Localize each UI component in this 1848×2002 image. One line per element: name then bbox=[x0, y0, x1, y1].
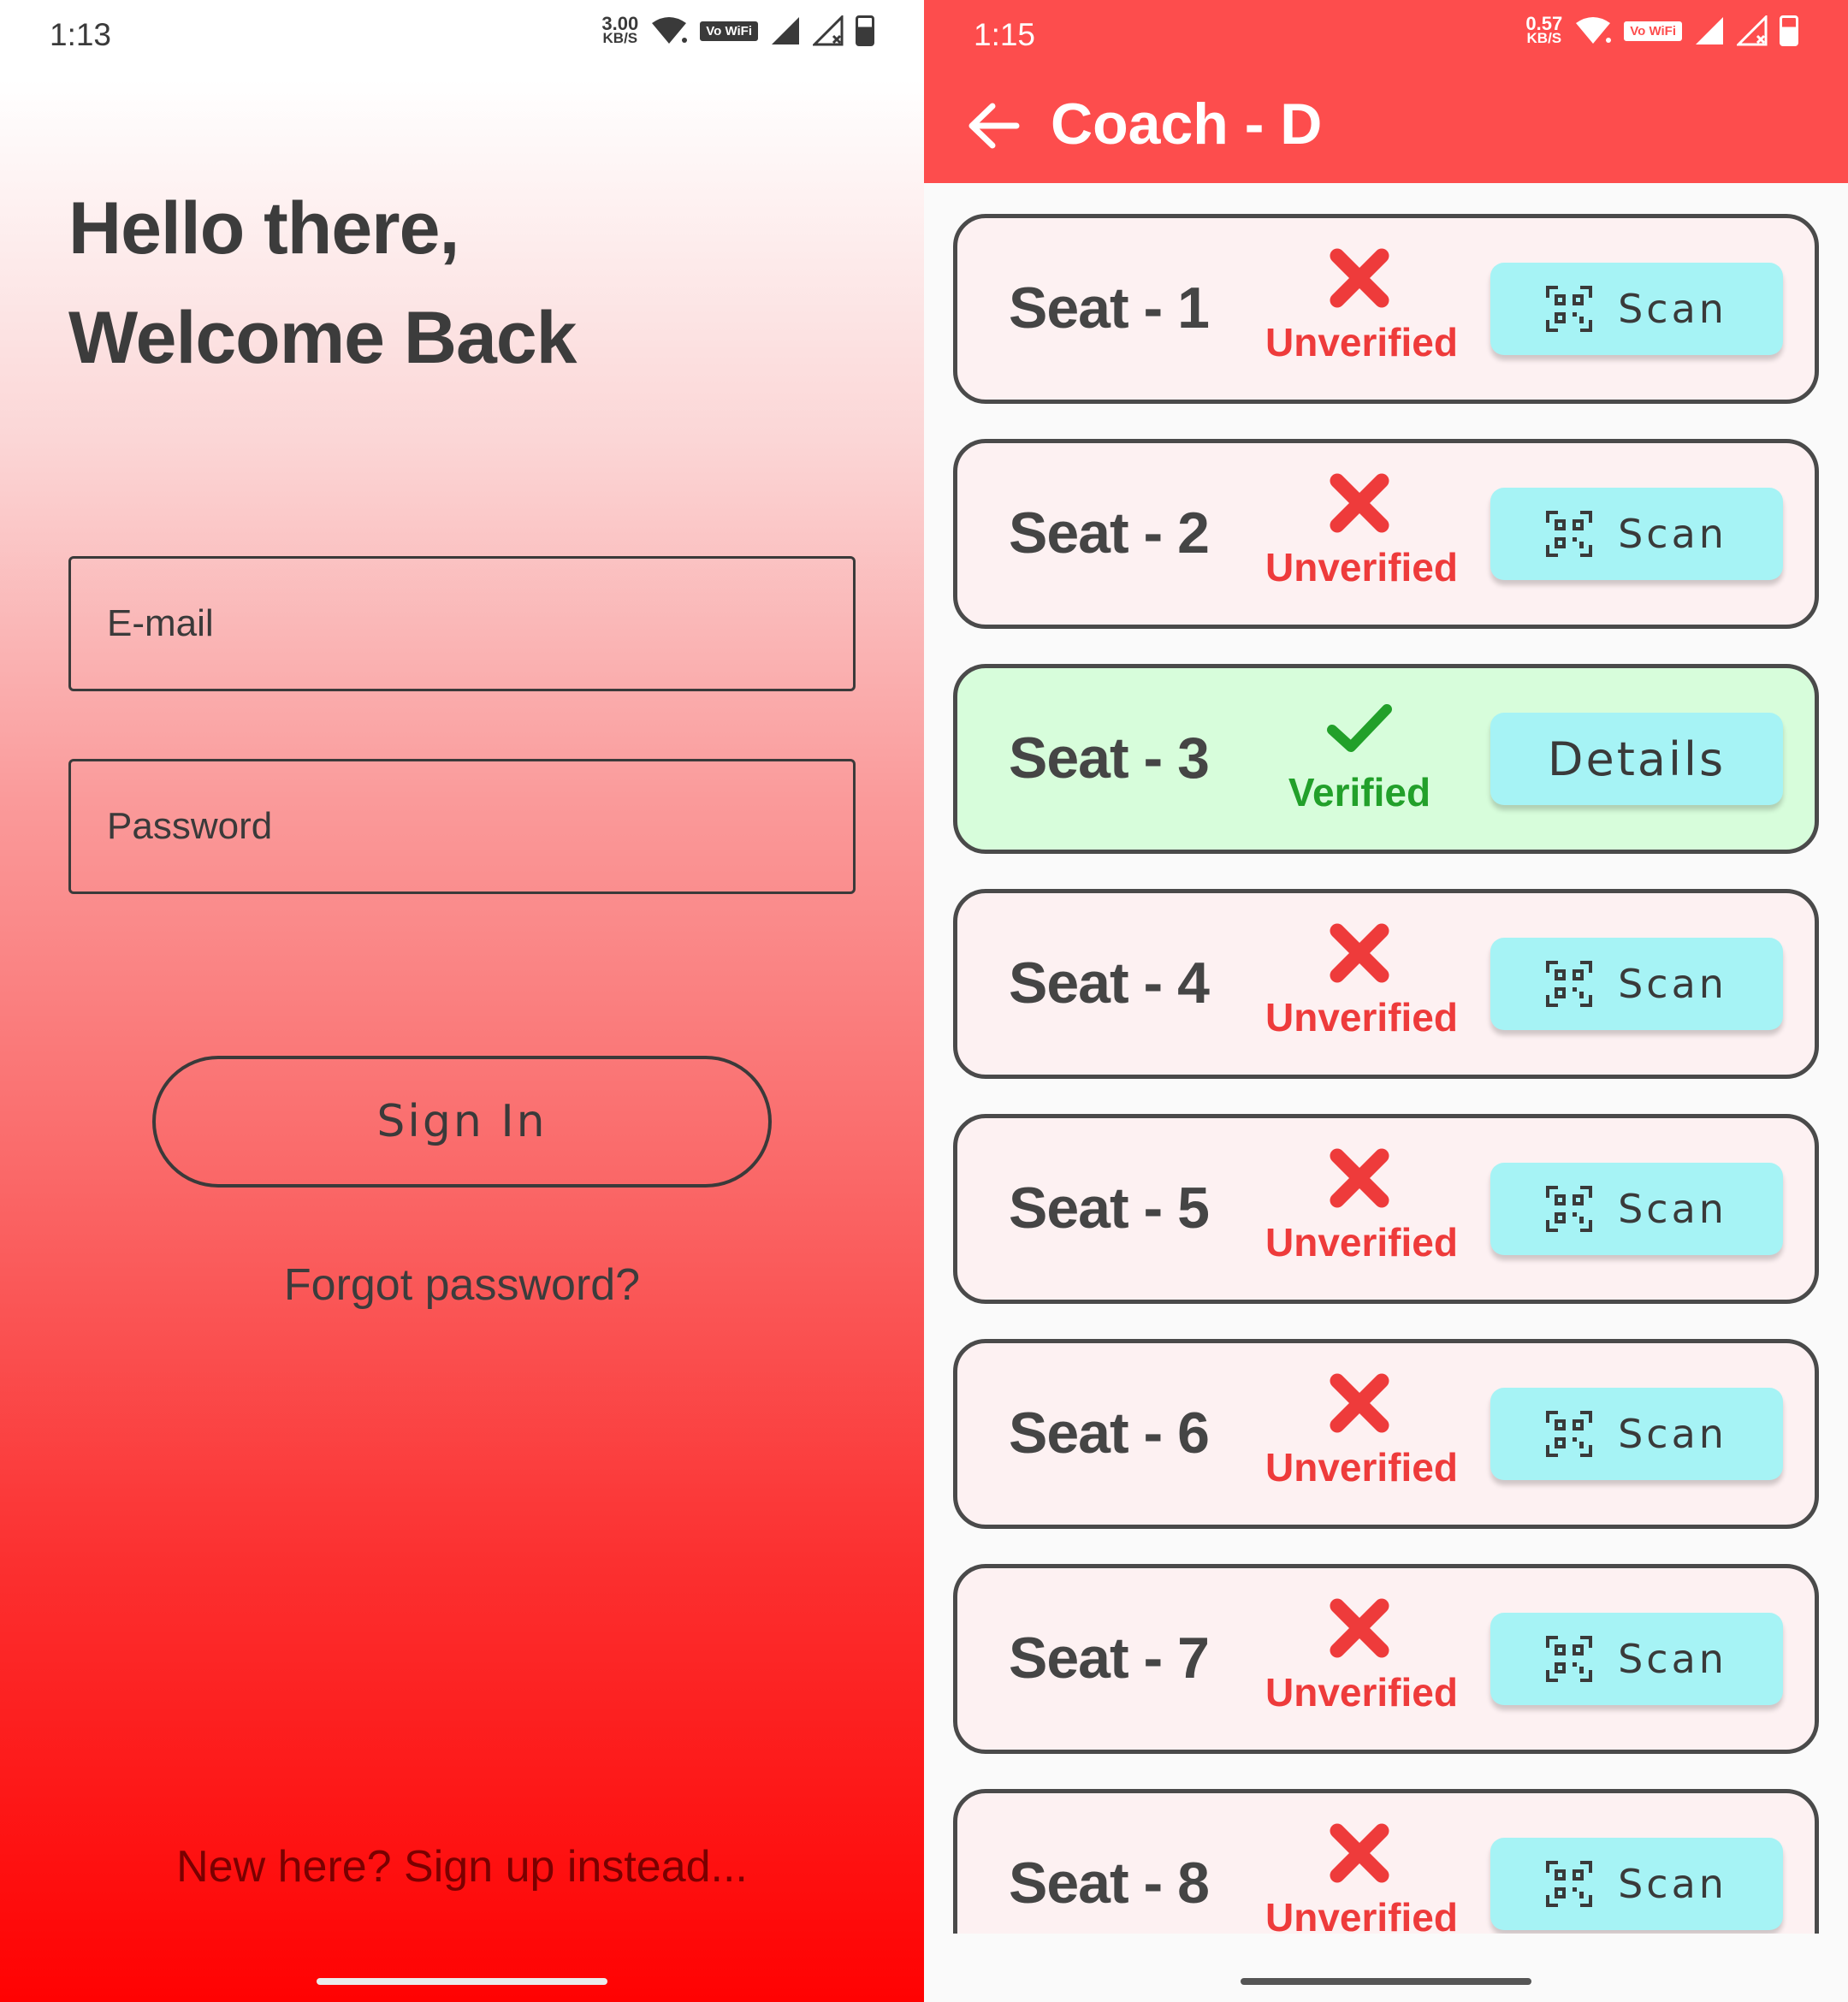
scan-label: Scan bbox=[1618, 286, 1727, 332]
seat-label: Seat - 6 bbox=[1009, 1401, 1210, 1466]
signal-empty-icon bbox=[1737, 15, 1768, 46]
vowifi-icon: Vo WiFi bbox=[1624, 21, 1682, 41]
signal-icon bbox=[772, 17, 799, 44]
sign-up-link[interactable]: New here? Sign up instead... bbox=[0, 1841, 924, 1892]
seat-label: Seat - 7 bbox=[1009, 1626, 1210, 1691]
cross-icon bbox=[1330, 1823, 1389, 1883]
verification-status: Unverified bbox=[1265, 995, 1458, 1040]
password-field[interactable] bbox=[68, 759, 856, 894]
gesture-bar[interactable] bbox=[317, 1978, 607, 1985]
qr-code-icon bbox=[1546, 286, 1593, 332]
cross-icon bbox=[1330, 1373, 1389, 1433]
status-time: 1:15 bbox=[974, 17, 1036, 52]
login-screen: 1:13 3.00 KB/S Vo WiFi Hello there, Welc… bbox=[0, 0, 924, 2002]
scan-button[interactable]: Scan bbox=[1490, 488, 1783, 580]
scan-label: Scan bbox=[1618, 1186, 1727, 1232]
seat-label: Seat - 4 bbox=[1009, 951, 1210, 1016]
qr-code-icon bbox=[1546, 511, 1593, 557]
signal-icon bbox=[1696, 17, 1723, 44]
scan-button[interactable]: Scan bbox=[1490, 1838, 1783, 1930]
scan-button[interactable]: Scan bbox=[1490, 1163, 1783, 1255]
seat-card: Seat - 6 Unverified Scan bbox=[953, 1339, 1819, 1529]
page-title: Coach - D bbox=[1051, 92, 1323, 157]
nav-area bbox=[924, 1935, 1848, 2002]
check-icon bbox=[1327, 704, 1392, 752]
qr-code-icon bbox=[1546, 1186, 1593, 1232]
seat-card: Seat - 3 Verified Details bbox=[953, 664, 1819, 854]
status-time: 1:13 bbox=[50, 17, 112, 52]
verification-status: Verified bbox=[1288, 770, 1431, 814]
verification-status: Unverified bbox=[1265, 545, 1458, 589]
qr-code-icon bbox=[1546, 1636, 1593, 1682]
coach-screen: 1:15 0.57 KB/S Vo WiFi Coach - D Seat - … bbox=[924, 0, 1848, 2002]
cross-icon bbox=[1330, 248, 1389, 308]
vowifi-icon: Vo WiFi bbox=[700, 21, 758, 41]
verification-status: Unverified bbox=[1265, 1670, 1458, 1715]
seat-card: Seat - 8 Unverified Scan bbox=[953, 1789, 1819, 1934]
network-speed: 3.00 KB/S bbox=[601, 13, 639, 46]
scan-button[interactable]: Scan bbox=[1490, 938, 1783, 1030]
scan-label: Scan bbox=[1618, 1861, 1727, 1907]
scan-label: Scan bbox=[1618, 1636, 1727, 1682]
details-label: Details bbox=[1547, 732, 1727, 786]
scan-button[interactable]: Scan bbox=[1490, 263, 1783, 355]
qr-code-icon bbox=[1546, 1411, 1593, 1457]
qr-code-icon bbox=[1546, 1861, 1593, 1907]
network-speed: 0.57 KB/S bbox=[1525, 13, 1563, 46]
scan-label: Scan bbox=[1618, 961, 1727, 1007]
sign-in-button[interactable]: Sign In bbox=[152, 1056, 772, 1188]
seat-card: Seat - 4 Unverified Scan bbox=[953, 889, 1819, 1079]
cross-icon bbox=[1330, 473, 1389, 533]
status-bar: 1:13 3.00 KB/S Vo WiFi bbox=[0, 0, 924, 68]
scan-label: Scan bbox=[1618, 1411, 1727, 1457]
email-input[interactable] bbox=[107, 602, 853, 645]
seat-label: Seat - 8 bbox=[1009, 1851, 1210, 1916]
forgot-password-link[interactable]: Forgot password? bbox=[0, 1259, 924, 1311]
seat-label: Seat - 1 bbox=[1009, 275, 1210, 341]
status-icons: 0.57 KB/S Vo WiFi bbox=[1525, 15, 1798, 46]
wifi-icon bbox=[1576, 17, 1612, 44]
qr-code-icon bbox=[1546, 961, 1593, 1007]
password-input[interactable] bbox=[107, 805, 853, 848]
cross-icon bbox=[1330, 923, 1389, 983]
seat-card: Seat - 1 Unverified Scan bbox=[953, 214, 1819, 404]
email-field[interactable] bbox=[68, 556, 856, 691]
gesture-bar[interactable] bbox=[1241, 1978, 1531, 1985]
seat-list[interactable]: Seat - 1 Unverified Scan Seat - 2 Unverified… bbox=[953, 214, 1819, 1934]
battery-icon bbox=[856, 15, 874, 46]
scan-button[interactable]: Scan bbox=[1490, 1613, 1783, 1705]
seat-label: Seat - 5 bbox=[1009, 1176, 1210, 1241]
signal-empty-icon bbox=[813, 15, 844, 46]
cross-icon bbox=[1330, 1598, 1389, 1658]
status-bar: 1:15 0.57 KB/S Vo WiFi bbox=[924, 0, 1848, 68]
cross-icon bbox=[1330, 1148, 1389, 1208]
battery-icon bbox=[1780, 15, 1798, 46]
greeting-line-2: Welcome Back bbox=[68, 297, 577, 379]
verification-status: Unverified bbox=[1265, 1895, 1458, 1934]
seat-label: Seat - 2 bbox=[1009, 500, 1210, 566]
status-icons: 3.00 KB/S Vo WiFi bbox=[601, 15, 874, 46]
verification-status: Unverified bbox=[1265, 1220, 1458, 1265]
seat-label: Seat - 3 bbox=[1009, 726, 1210, 791]
seat-card: Seat - 2 Unverified Scan bbox=[953, 439, 1819, 629]
wifi-icon bbox=[652, 17, 688, 44]
back-arrow-icon[interactable] bbox=[963, 96, 1023, 156]
details-button[interactable]: Details bbox=[1490, 713, 1783, 805]
app-bar: 1:15 0.57 KB/S Vo WiFi Coach - D bbox=[924, 0, 1848, 183]
seat-card: Seat - 5 Unverified Scan bbox=[953, 1114, 1819, 1304]
seat-card: Seat - 7 Unverified Scan bbox=[953, 1564, 1819, 1754]
verification-status: Unverified bbox=[1265, 320, 1458, 364]
greeting-line-1: Hello there, bbox=[68, 187, 459, 270]
scan-button[interactable]: Scan bbox=[1490, 1388, 1783, 1480]
scan-label: Scan bbox=[1618, 511, 1727, 557]
verification-status: Unverified bbox=[1265, 1445, 1458, 1490]
